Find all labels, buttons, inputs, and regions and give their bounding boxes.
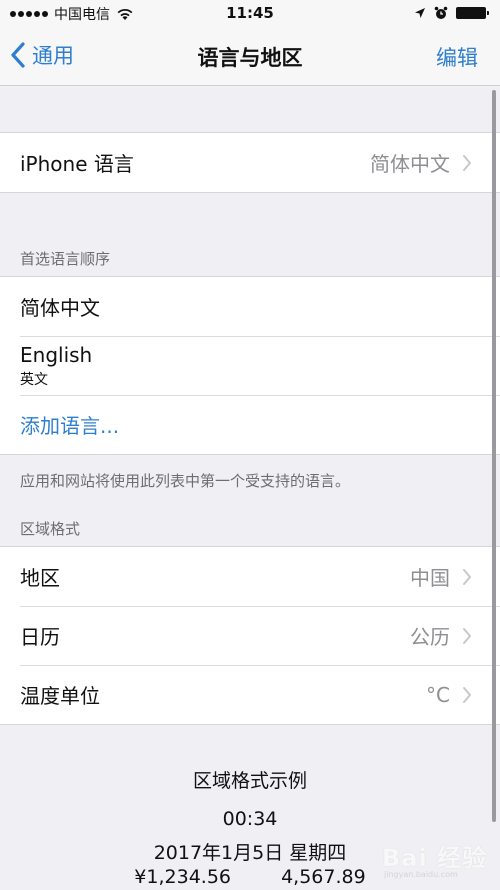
alarm-clock-icon (434, 6, 448, 19)
page-title: 语言与地区 (197, 46, 303, 70)
preferred-language-footer: 应用和网站将使用此列表中第一个受支持的语言。 (20, 472, 351, 490)
edit-button[interactable]: 编辑 (436, 42, 478, 72)
language-item[interactable]: English 英文 (0, 336, 500, 395)
region-format-header: 区域格式 (20, 520, 81, 538)
language-item-label: 简体中文 (20, 296, 100, 320)
chevron-right-icon (463, 686, 471, 703)
temperature-unit-label: 温度单位 (20, 684, 100, 708)
iphone-language-value: 简体中文 (370, 152, 450, 176)
calendar-label: 日历 (20, 625, 60, 649)
temperature-unit-row[interactable]: 温度单位 °C (0, 665, 500, 724)
preferred-language-header: 首选语言顺序 (20, 250, 111, 268)
temperature-unit-value: °C (426, 682, 450, 707)
calendar-value: 公历 (410, 625, 450, 649)
iphone-language-group: iPhone 语言 简体中文 (0, 132, 500, 193)
region-format-group: 地区 中国 日历 公历 温度单位 °C (0, 546, 500, 725)
language-item-label: English (20, 342, 93, 367)
format-example-number: 4,567.89 (281, 866, 366, 888)
region-label: 地区 (20, 566, 60, 590)
format-example-title: 区域格式示例 (192, 770, 307, 792)
iphone-language-label: iPhone 语言 (20, 152, 134, 176)
language-item-sublabel: 英文 (20, 371, 48, 388)
scrollbar[interactable] (492, 90, 496, 822)
status-bar: 中国电信 11:45 (0, 0, 500, 28)
format-example-currency: ¥1,234.56 (134, 866, 231, 888)
iphone-language-row[interactable]: iPhone 语言 简体中文 (0, 133, 500, 192)
language-item[interactable]: 简体中文 (0, 277, 500, 336)
calendar-row[interactable]: 日历 公历 (0, 606, 500, 665)
chevron-right-icon (463, 154, 471, 171)
location-arrow-icon (415, 8, 425, 18)
navigation-bar: 通用 语言与地区 编辑 (0, 28, 500, 86)
battery-icon (456, 7, 489, 19)
chevron-right-icon (463, 568, 471, 585)
add-language-button[interactable]: 添加语言... (20, 410, 119, 439)
add-language-row[interactable]: 添加语言... (0, 395, 500, 454)
baidu-watermark: Bai 经验 (382, 844, 488, 872)
region-value: 中国 (410, 566, 450, 590)
language-region-screen: 中国电信 11:45 通用 语言与地区 编辑 iPhone 语言 简体中文 首选… (0, 0, 500, 890)
status-right (414, 6, 489, 20)
format-example-time: 00:34 (222, 808, 278, 830)
region-row[interactable]: 地区 中国 (0, 547, 500, 606)
baidu-watermark-url: jingyan.baidu.com (384, 870, 458, 879)
chevron-right-icon (463, 627, 471, 644)
preferred-language-group: 简体中文 English 英文 添加语言... (0, 276, 500, 455)
